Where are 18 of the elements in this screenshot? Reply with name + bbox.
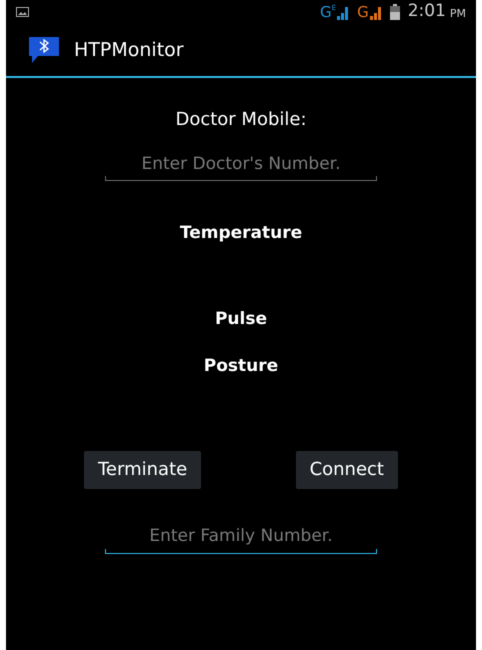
bluetooth-app-icon [26,35,62,65]
network-type: G [357,4,369,20]
text-field[interactable]: Enter Doctor's Number. [105,147,377,181]
app-title: HTPMonitor [74,38,184,63]
battery-icon [390,4,400,20]
reading-label: Posture [204,355,278,378]
signal-icon [370,6,382,20]
network-type: G [320,4,332,20]
clock-meridiem: PM [450,6,466,22]
action-button[interactable]: Terminate [84,450,202,488]
clock-time: 2:01 [408,0,446,24]
doctor-mobile-label: Doctor Mobile: [175,108,307,132]
action-button[interactable]: Connect [296,450,398,488]
reading-label: Pulse [214,308,268,330]
signal-icon [337,6,350,20]
image-icon [16,7,29,17]
reading-label: Temperature [180,222,302,245]
text-field[interactable]: Enter Family Number. [105,520,377,554]
